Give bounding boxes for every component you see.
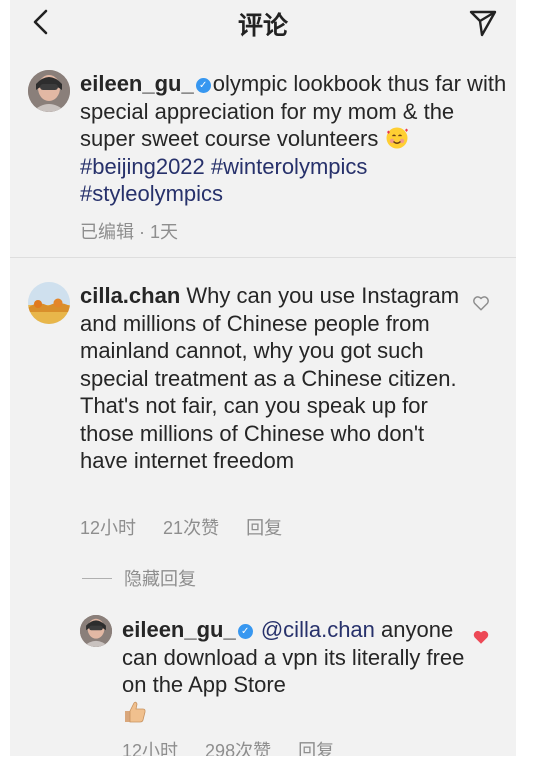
reply-button[interactable]: 回复 — [246, 518, 282, 538]
timestamp: 12小时 — [122, 741, 179, 756]
hide-replies-label: 隐藏回复 — [124, 569, 196, 589]
likes-count[interactable]: 298次赞 — [205, 741, 271, 756]
likes-count[interactable]: 21次赞 — [163, 518, 219, 538]
verified-badge-icon: ✓ — [195, 78, 211, 93]
heart-outline-icon[interactable] — [472, 294, 490, 312]
comment-text: cilla.chan Why can you use Instagram and… — [80, 282, 460, 475]
hashtag-link[interactable]: #winterolympics — [211, 154, 368, 179]
avatar[interactable] — [28, 282, 70, 324]
header-bar: 评论 — [10, 0, 516, 44]
smiling-face-with-hearts-icon — [386, 127, 408, 149]
caption-meta: 已编辑 · 1天 — [80, 222, 179, 242]
username[interactable]: eileen_gu_ — [80, 71, 194, 96]
thumbs-up-icon — [125, 701, 146, 722]
divider — [10, 257, 516, 258]
comment-body: Why can you use Instagram and millions o… — [80, 283, 460, 473]
hashtag-link[interactable]: #beijing2022 — [80, 154, 205, 179]
heart-filled-icon[interactable] — [472, 628, 490, 646]
post-caption: eileen_gu_ ✓ olympic lookbook thus far wit… — [80, 70, 510, 208]
username[interactable]: eileen_gu_ — [122, 617, 236, 642]
profile-photo — [80, 615, 112, 647]
hashtag-link[interactable]: #styleolympics — [80, 181, 223, 206]
hide-replies-button[interactable]: 隐藏回复 — [82, 565, 196, 591]
reply-meta: 12小时 298次赞 回复 — [122, 737, 356, 756]
reply-text: eileen_gu_ ✓ @cilla.chan anyone can downl… — [122, 616, 472, 727]
profile-photo — [28, 282, 70, 324]
verified-badge-icon: ✓ — [237, 624, 253, 639]
reply-button[interactable]: 回复 — [298, 741, 334, 756]
page-title: 评论 — [237, 12, 288, 40]
divider-dash — [82, 578, 112, 579]
comments-screen: 评论 eileen_gu_ ✓ olympic lookbook thus far … — [10, 0, 516, 756]
avatar[interactable] — [80, 615, 112, 647]
avatar[interactable] — [28, 70, 70, 112]
mention-link[interactable]: @cilla.chan — [261, 617, 375, 642]
username[interactable]: cilla.chan — [80, 283, 180, 308]
timestamp: 12小时 — [80, 518, 137, 538]
comment-meta: 12小时 21次赞 回复 — [80, 514, 304, 540]
profile-photo — [28, 70, 70, 112]
send-icon[interactable] — [468, 8, 498, 38]
